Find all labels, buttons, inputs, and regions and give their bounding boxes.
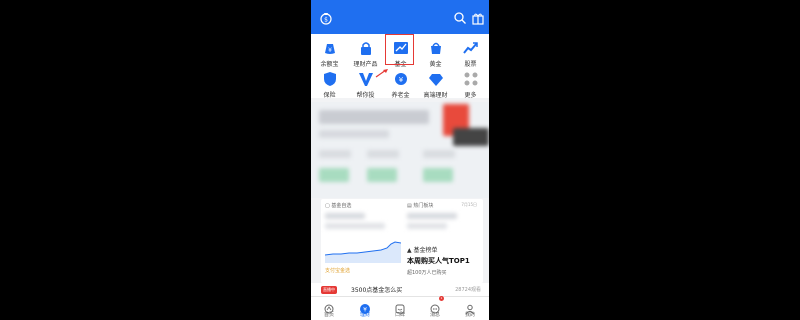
fund-trend-chart (325, 241, 401, 263)
blurred-green-block (423, 168, 453, 182)
tab-koubei[interactable]: 口碑 (382, 299, 418, 318)
bottom-tab-bar: 首页 ¥ 理财 口碑 1 消息 我的 (311, 296, 489, 320)
ranking-icon: ▲ (407, 247, 412, 254)
pointer-arrow-icon (375, 69, 388, 78)
fund-ranking-subtext: 超100万人已购买 (407, 270, 447, 276)
live-news-row[interactable]: 直播中 3500点基金怎么买 28724观看 (311, 283, 489, 296)
gift-icon[interactable] (471, 11, 485, 25)
blurred-text (325, 213, 365, 219)
grid-item-stocks[interactable]: 股票 (453, 37, 488, 68)
grid-item-label: 帮你投 (356, 92, 375, 99)
app-header: $ (311, 0, 489, 34)
wealth-icon: ¥ (360, 299, 370, 314)
blurred-text (407, 213, 457, 219)
phone-screen: $ ¥ 余额宝 理财产品 基金 黄金 股票 保险 帮你投 ¥ 养老金 高端理财 … (311, 0, 489, 320)
koubei-icon (395, 299, 405, 314)
watchlist-icon: ▢ (325, 203, 330, 209)
blurred-text (325, 223, 385, 229)
grid-item-label: 养老金 (391, 92, 410, 99)
grid-item-label: 理财产品 (353, 61, 378, 68)
grid-item-label: 高端理财 (423, 92, 448, 99)
grid-item-wealth-products[interactable]: 理财产品 (348, 37, 383, 68)
blurred-text (423, 150, 455, 158)
fund-ranking-label: 基金榜单 (413, 247, 438, 254)
svg-text:¥: ¥ (328, 47, 332, 54)
fund-cards: ▢ 基金自选 支付宝金选 ▤ 热门板块 7月15日 ▲ 基金榜单 本周购买人气T… (321, 199, 483, 283)
sector-icon: ▤ (407, 203, 412, 209)
money-bag-icon[interactable]: $ (319, 11, 333, 25)
svg-text:$: $ (324, 17, 328, 24)
fund-watchlist-card[interactable]: ▢ 基金自选 支付宝金选 (325, 201, 401, 279)
blurred-green-block (367, 168, 397, 182)
diamond-icon (428, 71, 444, 87)
grid-item-label: 更多 (464, 92, 477, 99)
home-icon (324, 299, 334, 314)
svg-text:¥: ¥ (363, 307, 367, 314)
live-tag: 直播中 (321, 286, 337, 294)
user-icon (465, 299, 475, 315)
live-view-count: 28724观看 (455, 287, 481, 293)
blurred-banner (319, 110, 429, 124)
live-news-title: 3500点基金怎么买 (351, 287, 403, 294)
grid-item-premium-wealth[interactable]: 高端理财 (418, 68, 453, 99)
main-content: ¥ 余额宝 理财产品 基金 黄金 股票 保险 帮你投 ¥ 养老金 高端理财 更多… (311, 34, 489, 296)
more-grid-icon (463, 71, 479, 87)
grid-item-more[interactable]: 更多 (453, 68, 488, 99)
lock-icon (358, 40, 374, 56)
grid-item-label: 股票 (464, 61, 477, 68)
message-badge: 1 (439, 296, 444, 301)
fund-highlight-box (385, 34, 414, 65)
money-bag-icon: ¥ (322, 40, 338, 56)
search-icon[interactable] (453, 11, 467, 25)
tab-home[interactable]: 首页 (311, 299, 347, 318)
fund-ranking-headline: 本周购买人气TOP1 (407, 257, 470, 265)
feature-grid: ¥ 余额宝 理财产品 基金 黄金 股票 保险 帮你投 ¥ 养老金 高端理财 更多 (311, 34, 489, 99)
hot-sectors-meta: 7月15日 (461, 202, 477, 207)
grid-item-insurance[interactable]: 保险 (312, 68, 347, 99)
blurred-text (319, 130, 389, 138)
stock-chart-icon (462, 40, 479, 56)
grid-item-label: 黄金 (429, 61, 442, 68)
blurred-text (319, 150, 351, 158)
blurred-banner-area (311, 102, 489, 198)
grid-item-label: 保险 (323, 92, 336, 99)
blurred-overlay (453, 128, 489, 146)
hot-sectors-card[interactable]: ▤ 热门板块 7月15日 ▲ 基金榜单 本周购买人气TOP1 超100万人已购买 (407, 201, 479, 279)
grid-item-gold[interactable]: 黄金 (418, 37, 453, 68)
fund-watchlist-title: 基金自选 (331, 203, 352, 209)
gold-bag-icon (428, 40, 444, 56)
pension-icon: ¥ (393, 71, 409, 87)
blurred-text (367, 150, 399, 158)
grid-item-yuebao[interactable]: ¥ 余额宝 (312, 37, 347, 68)
v-icon (358, 71, 374, 87)
tab-wealth[interactable]: ¥ 理财 (347, 299, 383, 318)
svg-text:¥: ¥ (398, 76, 403, 84)
shield-icon (322, 71, 338, 87)
hot-sectors-title: 热门板块 (413, 203, 434, 209)
blurred-green-block (319, 168, 349, 182)
tab-profile[interactable]: 我的 (452, 299, 488, 318)
grid-item-label: 余额宝 (320, 61, 339, 68)
blurred-text (407, 223, 447, 229)
tab-messages[interactable]: 1 消息 (417, 296, 453, 318)
fund-card-caption: 支付宝金选 (325, 268, 351, 274)
message-icon: 1 (430, 296, 444, 314)
